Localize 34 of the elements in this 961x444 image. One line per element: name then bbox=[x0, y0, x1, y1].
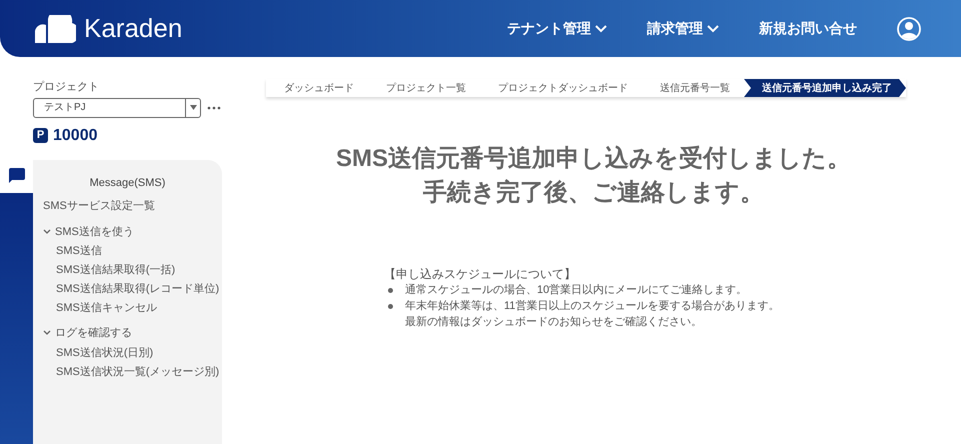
sidebar-item[interactable]: ログを確認する bbox=[43, 325, 222, 342]
sidebar-item[interactable]: SMSサービス設定一覧 bbox=[43, 198, 222, 214]
sidebar-subitem[interactable]: SMS送信キャンセル bbox=[43, 300, 222, 316]
sidebar-subitem[interactable]: SMS送信結果取得(一括) bbox=[43, 262, 222, 278]
logo-text: Karaden bbox=[84, 12, 182, 45]
bullet-icon bbox=[388, 288, 393, 293]
nav-link[interactable]: 請求管理 bbox=[647, 18, 719, 39]
more-icon[interactable] bbox=[207, 106, 221, 110]
sidebar-subitem[interactable]: SMS送信状況一覧(メッセージ別) bbox=[43, 364, 222, 380]
schedule-text: 最新の情報はダッシュボードのお知らせをご確認ください。 bbox=[405, 314, 703, 330]
breadcrumb[interactable]: 送信元番号追加申し込み完了 bbox=[744, 79, 906, 97]
confirmation-message: SMS送信元番号追加申し込みを受付しました。 bbox=[334, 144, 852, 174]
user-avatar-icon[interactable] bbox=[897, 16, 921, 40]
sidebar-subitem[interactable]: SMS送信 bbox=[43, 243, 222, 259]
chevron-down-icon bbox=[707, 24, 719, 32]
sidebar-subitem[interactable]: SMS送信状況(日別) bbox=[43, 344, 222, 360]
sidebar-subitem[interactable]: SMS送信結果取得(レコード単位) bbox=[43, 281, 222, 297]
logo-icon bbox=[34, 14, 76, 42]
bullet-icon bbox=[388, 304, 393, 309]
schedule-text: 年末年始休業等は、11営業日以上のスケジュールを要する場合があります。 bbox=[405, 299, 780, 314]
sidebar-title: Message(SMS) bbox=[88, 176, 166, 190]
message-icon[interactable] bbox=[8, 168, 24, 182]
nav-link[interactable]: テナント管理 bbox=[507, 18, 607, 39]
chevron-down-icon bbox=[595, 24, 607, 32]
points-badge: P bbox=[33, 128, 48, 143]
project-label: プロジェクト bbox=[33, 80, 100, 95]
nav-link[interactable]: 新規お問い合せ bbox=[759, 18, 857, 39]
sidebar-item[interactable]: SMS送信を使う bbox=[43, 224, 222, 240]
dropdown-arrow-icon bbox=[190, 105, 196, 110]
schedule-heading: 【申し込みスケジュールについて】 bbox=[384, 266, 577, 282]
points-value: 10000 bbox=[53, 126, 98, 146]
confirmation-message: 手続き完了後、ご連絡します。 bbox=[422, 178, 765, 208]
project-select[interactable]: テストPJ bbox=[33, 98, 201, 118]
schedule-text: 通常スケジュールの場合、10営業日以内にメールにてご連絡します。 bbox=[405, 282, 748, 298]
